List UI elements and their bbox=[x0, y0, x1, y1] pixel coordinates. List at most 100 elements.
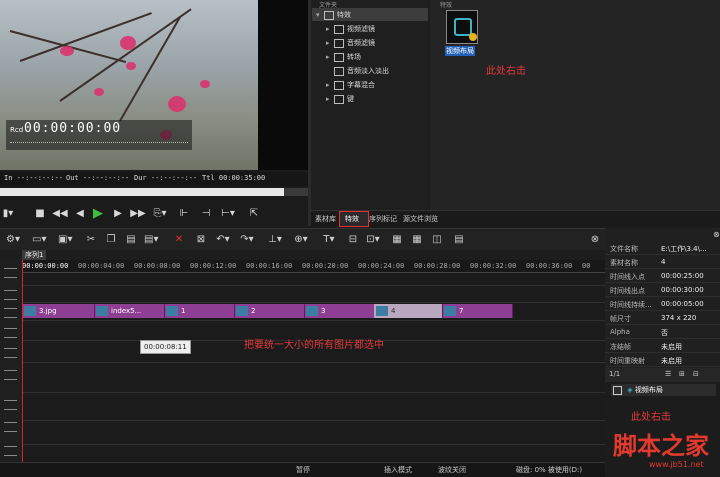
status-insert-mode[interactable]: 插入模式 bbox=[384, 465, 412, 475]
chevron-right-icon[interactable]: ▸ bbox=[326, 81, 334, 89]
group-icon[interactable]: ⊕▾ bbox=[294, 233, 308, 247]
close-timeline-icon[interactable]: ⊗ bbox=[588, 233, 602, 247]
link-icon[interactable]: ⊥▾ bbox=[268, 233, 282, 247]
timeline-clip[interactable]: 3 bbox=[304, 304, 375, 318]
tree-item-title-mix[interactable]: ▸ 字幕混合 bbox=[326, 80, 375, 93]
track-handle-icon[interactable] bbox=[4, 308, 17, 318]
close-icon[interactable]: ⊗ bbox=[713, 230, 720, 239]
property-value: 00:00:05:00 bbox=[661, 300, 704, 308]
track-divider bbox=[22, 392, 605, 393]
timeline-clip[interactable]: index5... bbox=[94, 304, 165, 318]
clip-thumbnail bbox=[444, 306, 456, 316]
copy-icon[interactable]: ❐ bbox=[104, 233, 118, 247]
track-handle-icon[interactable] bbox=[4, 400, 17, 410]
track-handle-icon[interactable] bbox=[4, 268, 17, 278]
save-icon[interactable]: ▣▾ bbox=[58, 233, 72, 247]
timeline-clip[interactable]: 1 bbox=[164, 304, 235, 318]
chevron-right-icon[interactable]: ▸ bbox=[326, 53, 334, 61]
in-point: In --:--:--:-- bbox=[4, 174, 64, 182]
loop-icon[interactable]: ⎘▾ bbox=[152, 206, 168, 222]
step-forward-icon[interactable]: ▶ bbox=[110, 206, 126, 222]
title-icon[interactable]: T▾ bbox=[322, 233, 336, 247]
list-icon[interactable]: ☰ bbox=[665, 370, 671, 378]
track-handle-icon[interactable] bbox=[4, 422, 17, 432]
library-tabs: 素材库 特效 序列标记 源文件浏览 bbox=[311, 210, 720, 227]
cut-icon[interactable]: ✂ bbox=[84, 233, 98, 247]
snapshot-icon[interactable]: ◫ bbox=[430, 233, 444, 247]
mark-menu-icon[interactable]: ▮▾ bbox=[0, 206, 16, 222]
insert-menu-icon[interactable]: ⊢▾ bbox=[220, 206, 236, 222]
effects-content-area: 特效 视频布局 此处右击 bbox=[430, 0, 720, 210]
applied-effect-item[interactable]: ◈ 视频布局 bbox=[611, 384, 716, 396]
timeline-clip-selected[interactable]: 4 bbox=[374, 304, 443, 318]
preview-side-area bbox=[258, 0, 308, 170]
paste-icon[interactable]: ▤ bbox=[124, 233, 138, 247]
content-header: 特效 bbox=[440, 2, 453, 9]
fast-forward-icon[interactable]: ▶▶ bbox=[130, 206, 146, 222]
add-icon[interactable]: ⊞ bbox=[679, 370, 685, 378]
tree-item-effects[interactable]: ▾ 特效 bbox=[316, 10, 351, 23]
track-handle-icon[interactable] bbox=[4, 328, 17, 338]
effect-label[interactable]: 视频布局 bbox=[445, 46, 475, 56]
effect-enable-checkbox[interactable] bbox=[613, 385, 622, 395]
paste-menu-icon[interactable]: ▤▾ bbox=[144, 233, 158, 247]
render-icon[interactable]: ⊟ bbox=[346, 233, 360, 247]
redo-icon[interactable]: ↷▾ bbox=[240, 233, 254, 247]
mixer-icon[interactable]: ▦ bbox=[410, 233, 424, 247]
property-row: 时间线持续... 00:00:05:00 bbox=[605, 298, 720, 311]
audio-icon[interactable]: ▦ bbox=[390, 233, 404, 247]
track-divider bbox=[22, 302, 605, 303]
track-handle-icon[interactable] bbox=[4, 348, 17, 358]
mark-in-icon[interactable]: ⊩ bbox=[176, 206, 192, 222]
chevron-right-icon[interactable]: ▸ bbox=[326, 25, 334, 33]
mark-out-icon[interactable]: ⊣ bbox=[198, 206, 214, 222]
step-back-icon[interactable]: ◀ bbox=[72, 206, 88, 222]
rewind-icon[interactable]: ◀◀ bbox=[52, 206, 68, 222]
track-handle-icon[interactable] bbox=[4, 290, 17, 300]
tab-library[interactable]: 素材库 bbox=[315, 213, 336, 225]
track-handle-icon[interactable] bbox=[4, 370, 17, 380]
export-icon[interactable]: ⇱ bbox=[246, 206, 262, 222]
timeline-clip[interactable]: 3.jpg bbox=[22, 304, 95, 318]
property-key: 时间重映射 bbox=[610, 357, 645, 365]
time-ruler[interactable]: 00:00:00:00 00:00:04:00 00:00:08:00 00:0… bbox=[22, 260, 605, 273]
tree-item-transitions[interactable]: ▸ 转场 bbox=[326, 52, 361, 65]
tree-item-label: 音频淡入淡出 bbox=[347, 67, 389, 75]
undo-icon[interactable]: ↶▾ bbox=[216, 233, 230, 247]
effect-icon: ◈ bbox=[627, 386, 633, 394]
tree-item-keys[interactable]: ▸ 键 bbox=[326, 94, 354, 107]
tab-sequence1[interactable]: 序列1 bbox=[22, 250, 47, 260]
timeline-clip[interactable]: 7 bbox=[442, 304, 513, 318]
tree-item-audio-filters[interactable]: ▸ 音频滤镜 bbox=[326, 38, 375, 51]
marker-icon[interactable]: ⊡▾ bbox=[366, 233, 380, 247]
folder-icon bbox=[334, 24, 344, 34]
annotation-select-all: 把要统一大小的所有图片都选中 bbox=[244, 340, 384, 351]
delete-effect-icon[interactable]: ⊟ bbox=[693, 370, 699, 378]
tab-effects[interactable]: 特效 bbox=[345, 213, 359, 225]
ripple-delete-icon[interactable]: ⊠ bbox=[194, 233, 208, 247]
chevron-right-icon[interactable]: ▸ bbox=[326, 39, 334, 47]
track-handle-icon[interactable] bbox=[4, 446, 17, 456]
video-layout-effect-icon[interactable] bbox=[446, 10, 478, 44]
track-headers bbox=[0, 260, 23, 476]
playhead[interactable] bbox=[22, 260, 23, 476]
timeline-clip[interactable]: 2 bbox=[234, 304, 305, 318]
tree-item-audio-fades[interactable]: 音频淡入淡出 bbox=[326, 66, 389, 79]
chevron-right-icon[interactable]: ▸ bbox=[326, 95, 334, 103]
tab-sequence-markers[interactable]: 序列标记 bbox=[369, 213, 397, 225]
transport-controls: ▮▾ ■ ◀◀ ◀ ▶ ▶ ▶▶ ⎘▾ ⊩ ⊣ ⊢▾ ⇱ bbox=[0, 202, 308, 226]
export-list-icon[interactable]: ▤ bbox=[452, 233, 466, 247]
tab-source-browser[interactable]: 源文件浏览 bbox=[403, 213, 438, 225]
tree-item-video-filters[interactable]: ▸ 视频滤镜 bbox=[326, 24, 375, 37]
scrub-bar[interactable] bbox=[0, 188, 284, 196]
settings-icon[interactable]: ⚙▾ bbox=[6, 233, 20, 247]
timecode-dots bbox=[10, 142, 188, 145]
delete-icon[interactable]: ✕ bbox=[172, 233, 186, 247]
status-ripple[interactable]: 波纹关闭 bbox=[438, 465, 466, 475]
play-icon[interactable]: ▶ bbox=[90, 206, 106, 222]
clip-thumbnail bbox=[96, 306, 108, 316]
chevron-down-icon[interactable]: ▾ bbox=[316, 11, 324, 19]
open-folder-icon[interactable]: ▭▾ bbox=[32, 233, 46, 247]
stop-icon[interactable]: ■ bbox=[32, 206, 48, 222]
property-value: 未启用 bbox=[661, 343, 682, 351]
